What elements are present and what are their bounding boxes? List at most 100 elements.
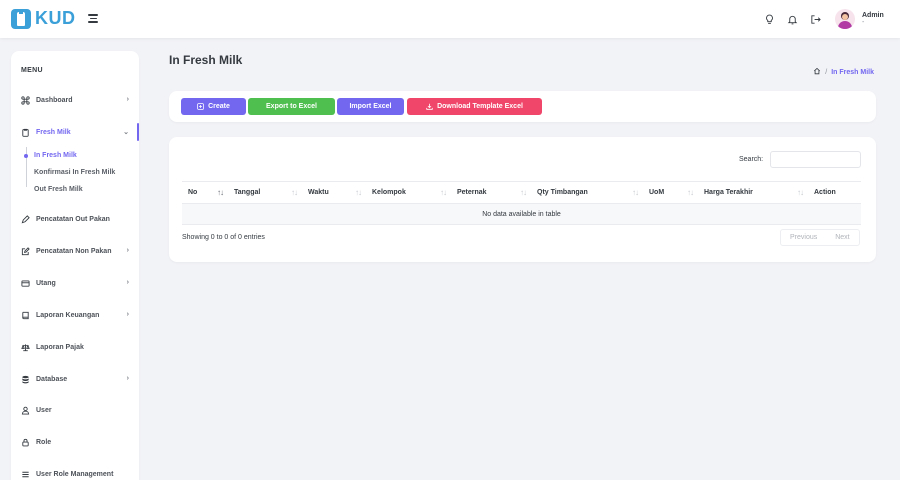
sort-icon: ↑↓	[355, 188, 362, 197]
menu-title: MENU	[21, 67, 43, 74]
pencil-icon	[21, 214, 30, 224]
list-icon	[21, 470, 30, 479]
sidebar-item-out-pakan[interactable]: Pencatatan Out Pakan	[11, 210, 139, 228]
next-button[interactable]: Next	[826, 234, 858, 241]
column-header[interactable]: No ↑↓	[182, 181, 228, 204]
breadcrumb: / In Fresh Milk	[813, 67, 874, 77]
chevron-right-icon: ›	[126, 96, 129, 103]
sidebar-subitem-konfirmasi[interactable]: Konfirmasi In Fresh Milk	[34, 169, 115, 176]
pagination: Previous Next	[780, 229, 860, 246]
user-role: -	[862, 19, 865, 26]
plus-square-icon	[197, 103, 204, 110]
lock-icon	[21, 438, 30, 447]
create-button[interactable]: Create	[181, 98, 246, 115]
column-header[interactable]: Qty Timbangan ↑↓	[531, 181, 643, 204]
actions-card: Create Export to Excel Import Excel Down…	[169, 91, 876, 122]
sort-icon: ↑↓	[291, 188, 298, 197]
top-actions: Admin -	[752, 0, 900, 38]
sidebar-item-dashboard[interactable]: Dashboard ›	[11, 91, 139, 109]
chevron-right-icon: ›	[126, 311, 129, 318]
sidebar-item-role[interactable]: Role	[11, 433, 139, 451]
sidebar-subitem-out-fresh-milk[interactable]: Out Fresh Milk	[34, 186, 83, 193]
import-label: Import Excel	[349, 103, 392, 110]
database-icon	[21, 375, 30, 384]
chevron-right-icon: ›	[126, 279, 129, 286]
column-header[interactable]: UoM ↑↓	[643, 181, 698, 204]
sort-icon: ↑↓	[520, 188, 527, 197]
sidebar-item-user[interactable]: User	[11, 401, 139, 419]
download-icon	[426, 103, 433, 110]
sort-icon: ↑↓	[632, 188, 639, 197]
breadcrumb-separator: /	[825, 68, 828, 76]
download-label: Download Template Excel	[437, 103, 523, 110]
sidebar-item-laporan-pajak[interactable]: Laporan Pajak	[11, 338, 139, 356]
sidebar-item-user-role-management[interactable]: User Role Management	[11, 465, 139, 480]
sidebar-item-label: Laporan Keuangan	[36, 311, 100, 319]
chevron-right-icon: ›	[126, 375, 129, 382]
empty-table-message: No data available in table	[182, 203, 861, 225]
column-header[interactable]: Tanggal ↑↓	[228, 181, 302, 204]
column-header[interactable]: Harga Terakhir ↑↓	[698, 181, 808, 204]
data-table: No ↑↓ Tanggal ↑↓ Waktu ↑↓ Kelompok ↑↓ Petern…	[182, 181, 861, 225]
table-header-row: No ↑↓ Tanggal ↑↓ Waktu ↑↓ Kelompok ↑↓ Petern…	[182, 181, 861, 204]
user-icon	[21, 406, 30, 415]
search-input[interactable]	[770, 151, 861, 168]
import-excel-button[interactable]: Import Excel	[337, 98, 404, 115]
search-label: Search:	[739, 156, 764, 163]
sidebar-item-label: Pencatatan Out Pakan	[36, 215, 110, 223]
user-info[interactable]: Admin -	[862, 12, 890, 26]
sidebar-item-utang[interactable]: Utang ›	[11, 274, 139, 292]
sidebar-item-label: Pencatatan Non Pakan	[36, 247, 112, 255]
sidebar-item-label: User	[36, 406, 52, 414]
sort-icon: ↑↓	[797, 188, 804, 197]
sidebar-item-database[interactable]: Database ›	[11, 370, 139, 388]
sidebar-item-label: Fresh Milk	[36, 128, 71, 136]
previous-button[interactable]: Previous	[781, 234, 826, 241]
scale-icon	[21, 343, 30, 352]
lightbulb-icon[interactable]	[763, 13, 775, 25]
sidebar-item-label: Role	[36, 438, 52, 446]
credit-card-icon	[21, 279, 30, 288]
milk-bottle-icon	[11, 8, 31, 29]
logout-icon[interactable]	[809, 13, 821, 25]
create-label: Create	[208, 103, 230, 110]
active-indicator	[137, 123, 139, 141]
chevron-right-icon: ›	[126, 247, 129, 254]
top-bar: KUD Admin -	[0, 0, 900, 38]
table-card: Search: No ↑↓ Tanggal ↑↓ Waktu ↑↓ Kelompok ↑…	[169, 137, 876, 262]
edit-icon	[21, 246, 30, 256]
export-excel-button[interactable]: Export to Excel	[248, 98, 335, 115]
sidebar-item-non-pakan[interactable]: Pencatatan Non Pakan ›	[11, 242, 139, 260]
column-header: Action	[808, 181, 861, 204]
download-template-button[interactable]: Download Template Excel	[407, 98, 542, 115]
sidebar-item-label: User Role Management	[36, 470, 114, 478]
column-header[interactable]: Peternak ↑↓	[451, 181, 531, 204]
sidebar-item-label: Laporan Pajak	[36, 343, 84, 351]
sidebar-item-label: Utang	[36, 279, 56, 287]
sidebar: MENU Dashboard › Fresh Milk ⌄ In Fresh M…	[11, 51, 139, 480]
sidebar-item-fresh-milk[interactable]: Fresh Milk ⌄	[11, 123, 139, 141]
breadcrumb-current: In Fresh Milk	[831, 68, 874, 76]
sidebar-subitem-in-fresh-milk[interactable]: In Fresh Milk	[34, 152, 77, 159]
avatar[interactable]	[835, 9, 855, 29]
home-icon[interactable]	[813, 67, 821, 77]
chevron-down-icon: ⌄	[123, 129, 129, 136]
sort-icon: ↑↓	[687, 188, 694, 197]
sidebar-item-laporan-keuangan[interactable]: Laporan Keuangan ›	[11, 306, 139, 324]
sidebar-item-label: Database	[36, 375, 68, 383]
sort-icon: ↑↓	[440, 188, 447, 197]
table-row: No data available in table	[182, 203, 861, 225]
bell-icon[interactable]	[786, 13, 798, 25]
active-dot-icon	[24, 154, 28, 158]
brand-logo[interactable]: KUD	[11, 8, 76, 29]
table-info: Showing 0 to 0 of 0 entries	[182, 234, 265, 241]
column-header[interactable]: Waktu ↑↓	[302, 181, 366, 204]
sort-icon: ↑↓	[217, 188, 224, 197]
book-icon	[21, 311, 30, 320]
menu-toggle-icon[interactable]	[88, 14, 98, 23]
user-name: Admin	[862, 12, 884, 19]
page-title: In Fresh Milk	[169, 53, 243, 67]
sidebar-item-label: Dashboard	[36, 96, 73, 104]
column-header[interactable]: Kelompok ↑↓	[366, 181, 451, 204]
brand-name: KUD	[35, 8, 76, 28]
